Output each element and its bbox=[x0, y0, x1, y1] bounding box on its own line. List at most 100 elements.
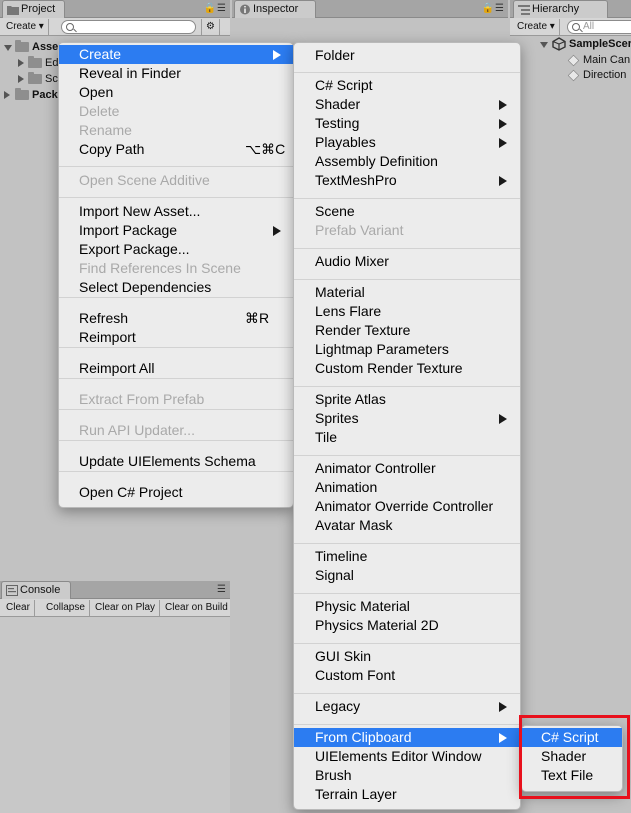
console-tabbar: Console ☰ bbox=[0, 581, 230, 599]
menu-separator bbox=[59, 197, 293, 198]
menu-separator bbox=[294, 72, 520, 73]
menu-item-brush[interactable]: Brush bbox=[294, 766, 520, 785]
menu-item-open[interactable]: Open bbox=[59, 83, 293, 102]
menu-item-render-texture[interactable]: Render Texture bbox=[294, 321, 520, 340]
menu-item-import-package[interactable]: Import Package bbox=[59, 221, 293, 240]
lock-icon[interactable]: 🔒 bbox=[482, 3, 495, 14]
expand-arrow-icon[interactable] bbox=[540, 42, 548, 48]
hierarchy-scene[interactable]: SampleScer bbox=[510, 36, 631, 52]
menu-item-physics-material-2d[interactable]: Physics Material 2D bbox=[294, 616, 520, 635]
menu-separator bbox=[59, 297, 293, 298]
inspector-tab-tools[interactable]: 🔒☰ bbox=[482, 1, 505, 17]
menu-item-physic-material[interactable]: Physic Material bbox=[294, 597, 520, 616]
tab-project[interactable]: Project bbox=[2, 0, 65, 18]
menu-item-label: Select Dependencies bbox=[79, 279, 212, 295]
hierarchy-create-button[interactable]: Create ▾ bbox=[513, 19, 560, 35]
menu-item-uielements-editor-window[interactable]: UIElements Editor Window bbox=[294, 747, 520, 766]
project-search-input[interactable] bbox=[61, 20, 196, 34]
project-tab-tools[interactable]: 🔒☰ bbox=[204, 1, 227, 17]
project-create-button[interactable]: Create ▾ bbox=[2, 19, 49, 35]
highlight-callout bbox=[519, 715, 630, 799]
menu-item-timeline[interactable]: Timeline bbox=[294, 547, 520, 566]
menu-icon[interactable]: ☰ bbox=[217, 584, 227, 595]
menu-item-animator-controller[interactable]: Animator Controller bbox=[294, 459, 520, 478]
menu-item-open-csharp-project[interactable]: Open C# Project bbox=[59, 483, 293, 502]
menu-item-label: Prefab Variant bbox=[315, 222, 404, 238]
console-clear-button[interactable]: Clear bbox=[2, 600, 35, 616]
menu-item-legacy[interactable]: Legacy bbox=[294, 697, 520, 716]
console-collapse-button[interactable]: Collapse bbox=[42, 600, 90, 616]
menu-item-label: Reimport All bbox=[79, 360, 155, 376]
menu-item-playables[interactable]: Playables bbox=[294, 133, 520, 152]
tab-console-label: Console bbox=[20, 584, 61, 596]
menu-item-update-uielements-schema[interactable]: Update UIElements Schema bbox=[59, 452, 293, 471]
menu-item-audio-mixer[interactable]: Audio Mixer bbox=[294, 252, 520, 271]
console-tab-tools[interactable]: ☰ bbox=[217, 582, 227, 598]
menu-icon[interactable]: ☰ bbox=[495, 3, 505, 14]
menu-item-folder[interactable]: Folder bbox=[294, 46, 520, 65]
menu-item-avatar-mask[interactable]: Avatar Mask bbox=[294, 516, 520, 535]
filter-by-type-icon[interactable]: ⚙ bbox=[201, 19, 220, 35]
tab-inspector[interactable]: Inspector bbox=[234, 0, 316, 18]
expand-arrow-icon[interactable] bbox=[18, 75, 24, 83]
menu-item-testing[interactable]: Testing bbox=[294, 114, 520, 133]
lock-icon[interactable]: 🔒 bbox=[204, 3, 217, 14]
console-panel: Console ☰ Clear Collapse Clear on Play C… bbox=[0, 581, 230, 813]
menu-item-label: Custom Font bbox=[315, 667, 396, 683]
menu-item-signal[interactable]: Signal bbox=[294, 566, 520, 585]
menu-item-from-clipboard[interactable]: From Clipboard bbox=[294, 728, 520, 747]
menu-item-create[interactable]: Create bbox=[59, 45, 293, 64]
console-clear-on-build-button[interactable]: Clear on Build bbox=[161, 600, 230, 616]
expand-arrow-icon[interactable] bbox=[4, 45, 12, 51]
project-tabbar: Project 🔒☰ bbox=[0, 0, 230, 18]
menu-separator bbox=[59, 378, 293, 379]
menu-item-tile[interactable]: Tile bbox=[294, 428, 520, 447]
menu-item-custom-render-texture[interactable]: Custom Render Texture bbox=[294, 359, 520, 378]
menu-item-material[interactable]: Material bbox=[294, 283, 520, 302]
menu-item-label: Extract From Prefab bbox=[79, 391, 205, 407]
menu-item-select-dependencies[interactable]: Select Dependencies bbox=[59, 278, 293, 297]
expand-arrow-icon[interactable] bbox=[4, 91, 10, 99]
menu-item-gui-skin[interactable]: GUI Skin bbox=[294, 647, 520, 666]
hierarchy-item[interactable]: Main Can bbox=[510, 52, 631, 68]
menu-item-label: Export Package... bbox=[79, 241, 190, 257]
tab-console[interactable]: Console bbox=[1, 581, 71, 599]
menu-item-label: Run API Updater... bbox=[79, 422, 195, 438]
menu-item-terrain-layer[interactable]: Terrain Layer bbox=[294, 785, 520, 804]
console-clear-on-play-button[interactable]: Clear on Play bbox=[91, 600, 161, 616]
submenu-arrow-icon bbox=[273, 226, 281, 236]
menu-item-scene[interactable]: Scene bbox=[294, 202, 520, 221]
menu-item-label: GUI Skin bbox=[315, 648, 372, 664]
menu-item-shader[interactable]: Shader bbox=[294, 95, 520, 114]
menu-item-label: Avatar Mask bbox=[315, 517, 393, 533]
menu-item-custom-font[interactable]: Custom Font bbox=[294, 666, 520, 685]
menu-item-reimport[interactable]: Reimport bbox=[59, 328, 293, 347]
hierarchy-search-input[interactable]: All bbox=[567, 20, 631, 34]
menu-icon[interactable]: ☰ bbox=[217, 3, 227, 14]
menu-item-reimport-all[interactable]: Reimport All bbox=[59, 359, 293, 378]
menu-item-lens-flare[interactable]: Lens Flare bbox=[294, 302, 520, 321]
menu-item-sprite-atlas[interactable]: Sprite Atlas bbox=[294, 390, 520, 409]
menu-item-refresh[interactable]: Refresh ⌘R bbox=[59, 309, 293, 328]
menu-separator bbox=[59, 471, 293, 472]
menu-item-sprites[interactable]: Sprites bbox=[294, 409, 520, 428]
menu-item-reveal-in-finder[interactable]: Reveal in Finder bbox=[59, 64, 293, 83]
menu-item-animation[interactable]: Animation bbox=[294, 478, 520, 497]
folder-icon bbox=[28, 72, 42, 84]
menu-item-rename: Rename bbox=[59, 121, 293, 140]
menu-item-copy-path[interactable]: Copy Path ⌥⌘C bbox=[59, 140, 293, 159]
expand-arrow-icon[interactable] bbox=[18, 59, 24, 67]
menu-item-lightmap-parameters[interactable]: Lightmap Parameters bbox=[294, 340, 520, 359]
menu-item-export-package[interactable]: Export Package... bbox=[59, 240, 293, 259]
menu-item-label: Open C# Project bbox=[79, 484, 183, 500]
unity-scene-icon bbox=[552, 37, 566, 51]
menu-item-label: Timeline bbox=[315, 548, 368, 564]
menu-item-csharp-script[interactable]: C# Script bbox=[294, 76, 520, 95]
menu-item-animator-override-controller[interactable]: Animator Override Controller bbox=[294, 497, 520, 516]
tab-hierarchy[interactable]: Hierarchy bbox=[513, 0, 608, 18]
menu-item-textmeshpro[interactable]: TextMeshPro bbox=[294, 171, 520, 190]
menu-item-assembly-definition[interactable]: Assembly Definition bbox=[294, 152, 520, 171]
menu-item-label: Shader bbox=[315, 96, 361, 112]
hierarchy-item[interactable]: Direction bbox=[510, 67, 631, 83]
menu-item-import-new-asset[interactable]: Import New Asset... bbox=[59, 202, 293, 221]
